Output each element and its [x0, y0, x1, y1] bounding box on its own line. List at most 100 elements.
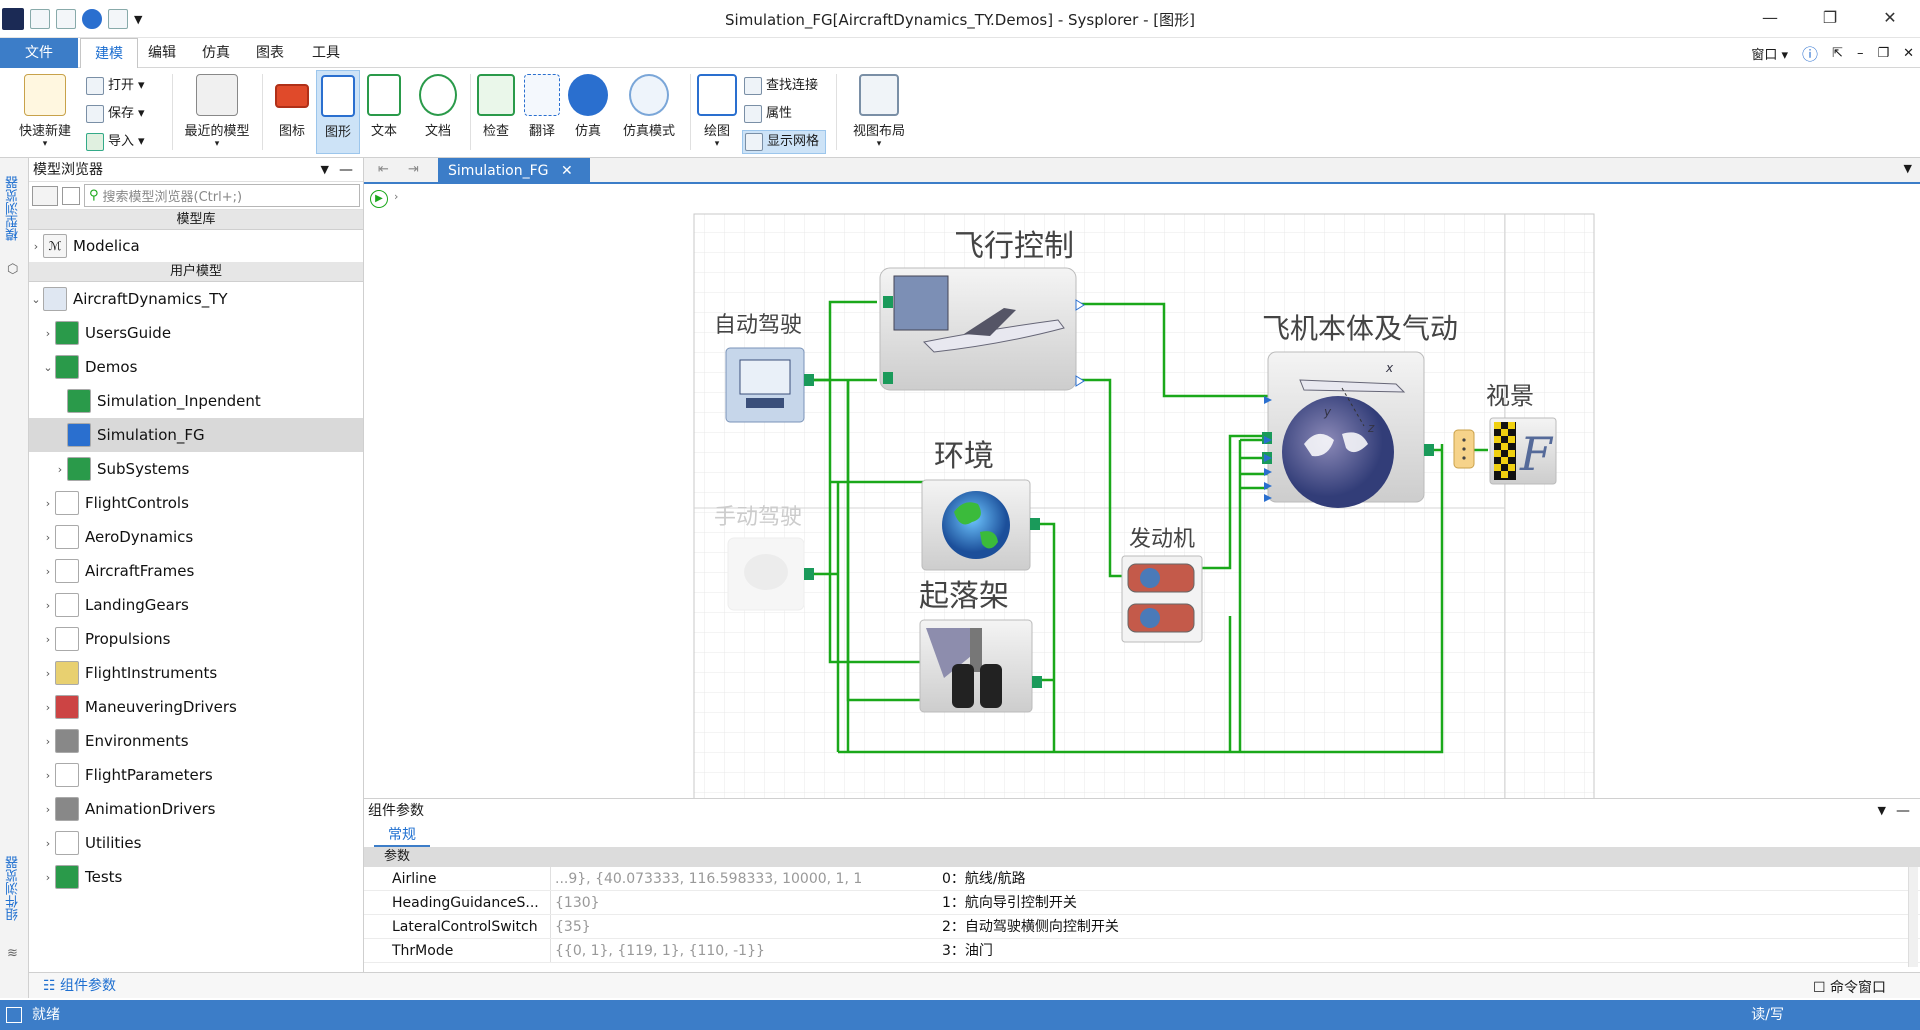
tree-item[interactable]: › AircraftFrames: [29, 554, 363, 588]
params-group-header[interactable]: 参数: [364, 847, 1920, 867]
sim-mode-button[interactable]: 仿真模式: [612, 70, 686, 154]
expand-arrow-icon[interactable]: ›: [41, 599, 55, 612]
expand-arrow-icon[interactable]: ›: [41, 497, 55, 510]
recent-models-button[interactable]: 最近的模型 ▾: [176, 70, 258, 154]
expand-icon[interactable]: ›: [394, 190, 398, 203]
simulate-button[interactable]: 仿真: [566, 70, 610, 154]
collapse-all-icon[interactable]: [62, 186, 80, 205]
param-value[interactable]: {{0, 1}, {119, 1}, {110, -1}}: [550, 939, 862, 962]
tree-item[interactable]: › FlightInstruments: [29, 656, 363, 690]
side-tab-component-browser[interactable]: 组件浏览器: [4, 856, 23, 921]
close-button[interactable]: ✕: [1860, 0, 1920, 38]
component-params-tab[interactable]: ☷ 组件参数: [29, 972, 364, 998]
expand-arrow-icon[interactable]: ›: [41, 837, 55, 850]
doc-view-button[interactable]: 文档: [416, 70, 460, 154]
menu-tab-simulate[interactable]: 仿真: [188, 38, 244, 68]
tree-item[interactable]: › FlightParameters: [29, 758, 363, 792]
pin-icon[interactable]: ⇱: [1832, 46, 1843, 61]
tree-item[interactable]: Simulation_FG: [29, 418, 363, 452]
text-view-button[interactable]: 文本: [362, 70, 406, 154]
translate-button[interactable]: 翻译: [520, 70, 564, 154]
expand-arrow-icon[interactable]: ›: [41, 701, 55, 714]
import-button[interactable]: 导入 ▾: [86, 130, 145, 154]
panel-dropdown-icon[interactable]: ▼: [321, 158, 329, 182]
menu-file[interactable]: 文件: [0, 38, 78, 68]
check-button[interactable]: 检查: [474, 70, 518, 154]
tree-item[interactable]: › SubSystems: [29, 452, 363, 486]
minimize-button[interactable]: —: [1740, 0, 1800, 38]
restore-button[interactable]: ❐: [1800, 0, 1860, 38]
diagram-view-button[interactable]: 图形: [316, 70, 360, 154]
param-value[interactable]: ...9}, {40.073333, 116.598333, 10000, 1,…: [550, 867, 862, 890]
params-dropdown-icon[interactable]: ▼: [1878, 799, 1886, 823]
menu-tab-edit[interactable]: 编辑: [134, 38, 190, 68]
tree-item[interactable]: › UsersGuide: [29, 316, 363, 350]
param-row[interactable]: LateralControlSwitch {35} 2：自动驾驶横侧向控制开关: [364, 915, 1920, 939]
expand-arrow-icon[interactable]: ›: [41, 735, 55, 748]
param-value[interactable]: {35}: [550, 915, 862, 938]
search-input[interactable]: ⚲ 搜索模型浏览器(Ctrl+;): [84, 184, 360, 207]
user-section-header[interactable]: 用户模型: [29, 262, 363, 282]
params-scrollbar[interactable]: [1908, 867, 1918, 967]
expand-arrow-icon[interactable]: ›: [41, 667, 55, 680]
param-value[interactable]: {130}: [550, 891, 862, 914]
play-small-icon[interactable]: ▶: [370, 190, 388, 208]
tree-item[interactable]: › AeroDynamics: [29, 520, 363, 554]
tree-item[interactable]: Simulation_Inpendent: [29, 384, 363, 418]
back-icon[interactable]: ⇤: [378, 162, 389, 177]
panel-minimize-icon[interactable]: —: [339, 158, 353, 182]
mdi-restore-icon[interactable]: ❐: [1877, 46, 1889, 61]
expand-arrow-icon[interactable]: ›: [41, 803, 55, 816]
tree-item-modelica[interactable]: › ℳ Modelica: [29, 230, 363, 262]
expand-arrow-icon[interactable]: ›: [53, 463, 67, 476]
doc-tab-simulation-fg[interactable]: Simulation_FG ✕: [438, 158, 590, 184]
menu-tab-tools[interactable]: 工具: [298, 38, 354, 68]
tree-item[interactable]: › Propulsions: [29, 622, 363, 656]
expand-arrow-icon[interactable]: ⌄: [41, 361, 55, 374]
save-button[interactable]: 保存 ▾: [86, 102, 145, 126]
tree-item[interactable]: › Utilities: [29, 826, 363, 860]
window-menu[interactable]: 窗口 ▾: [1751, 44, 1788, 63]
library-section-header[interactable]: 模型库: [29, 210, 363, 230]
tree-item[interactable]: › Environments: [29, 724, 363, 758]
view-options-icon[interactable]: [32, 185, 58, 206]
tree-item[interactable]: › ManeuveringDrivers: [29, 690, 363, 724]
command-window-tab[interactable]: ☐ 命令窗口: [1813, 977, 1886, 997]
params-tab-general[interactable]: 常规: [374, 823, 430, 847]
find-connection-button[interactable]: 查找连接: [744, 74, 818, 98]
help-icon[interactable]: ⓘ: [1802, 41, 1818, 65]
tab-close-icon[interactable]: ✕: [561, 163, 573, 179]
expand-arrow-icon[interactable]: ⌄: [29, 293, 43, 306]
show-grid-toggle[interactable]: 显示网格: [742, 130, 827, 154]
param-row[interactable]: Airline ...9}, {40.073333, 116.598333, 10…: [364, 867, 1920, 891]
expand-arrow-icon[interactable]: ›: [41, 565, 55, 578]
properties-button[interactable]: 属性: [744, 102, 792, 126]
side-tab-model-browser[interactable]: 模型浏览器: [4, 176, 23, 241]
tree-item[interactable]: › LandingGears: [29, 588, 363, 622]
quick-new-button[interactable]: 快速新建 ▾: [8, 70, 82, 154]
expand-arrow-icon[interactable]: ›: [41, 327, 55, 340]
param-row[interactable]: HeadingGuidanceS... {130} 1：航向导引控制开关: [364, 891, 1920, 915]
tree-item[interactable]: ⌄ AircraftDynamics_TY: [29, 282, 363, 316]
expand-arrow-icon[interactable]: ›: [41, 871, 55, 884]
tree-item[interactable]: › FlightControls: [29, 486, 363, 520]
diagram-canvas[interactable]: 飞行控制 自动驾驶 手动驾驶 环境 起落架 发动机 飞机本体及气动 x y z …: [364, 212, 1920, 800]
forward-icon[interactable]: ⇥: [408, 162, 419, 177]
tab-list-icon[interactable]: ▼: [1904, 162, 1912, 175]
mdi-minimize-icon[interactable]: –: [1857, 46, 1864, 61]
view-layout-button[interactable]: 视图布局 ▾: [842, 70, 916, 154]
menu-tab-modeling[interactable]: 建模: [80, 38, 138, 69]
menu-tab-chart[interactable]: 图表: [242, 38, 298, 68]
mdi-close-icon[interactable]: ✕: [1903, 46, 1914, 61]
expand-arrow-icon[interactable]: ›: [41, 633, 55, 646]
expand-arrow-icon[interactable]: ›: [41, 531, 55, 544]
tree-item[interactable]: › Tests: [29, 860, 363, 894]
diagram-svg[interactable]: 飞行控制 自动驾驶 手动驾驶 环境 起落架 发动机 飞机本体及气动 x y z …: [364, 212, 1920, 800]
icon-view-button[interactable]: 图标: [270, 70, 314, 154]
param-row[interactable]: ThrMode {{0, 1}, {119, 1}, {110, -1}} 3：油门: [364, 939, 1920, 963]
tree-item[interactable]: ⌄ Demos: [29, 350, 363, 384]
open-button[interactable]: 打开 ▾: [86, 74, 145, 98]
params-minimize-icon[interactable]: —: [1896, 799, 1910, 823]
expand-arrow-icon[interactable]: ›: [41, 769, 55, 782]
tree-item[interactable]: › AnimationDrivers: [29, 792, 363, 826]
